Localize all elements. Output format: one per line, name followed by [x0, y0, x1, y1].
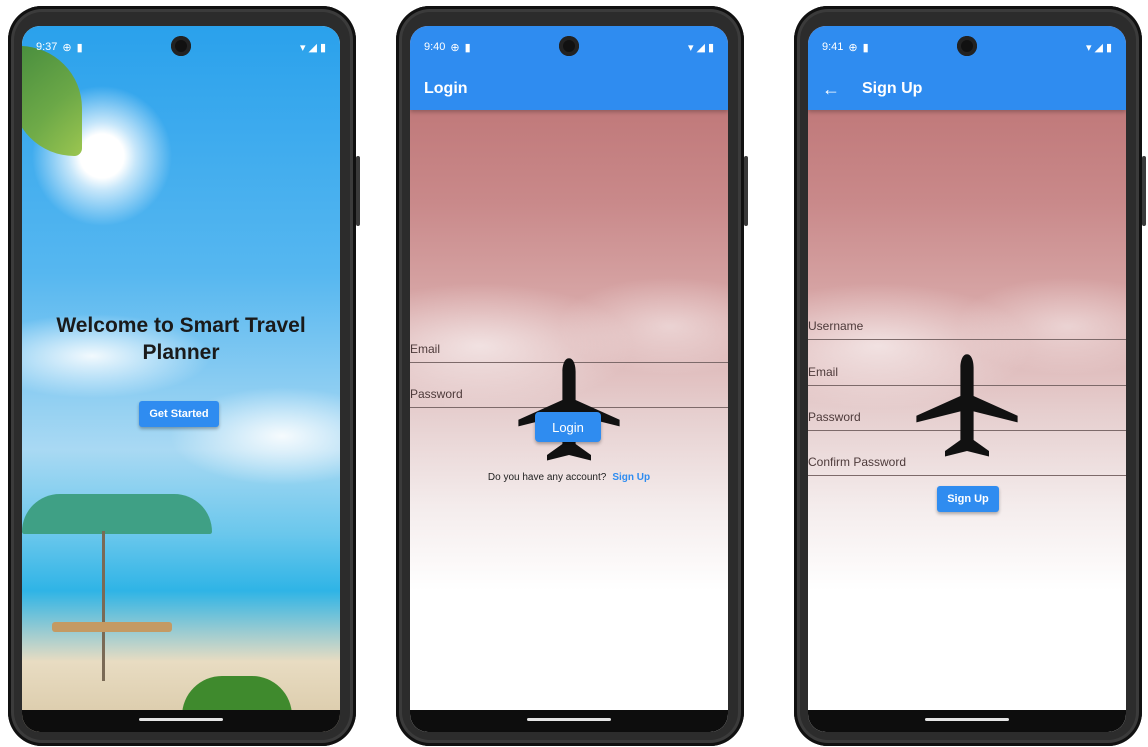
airplane-icon: [916, 354, 1018, 457]
email-label: Email: [410, 342, 441, 356]
side-button: [356, 156, 360, 226]
app-bar: ← Sign Up: [808, 68, 1126, 110]
side-button: [744, 156, 748, 226]
signup-link[interactable]: Sign Up: [612, 472, 650, 483]
beach-umbrella-decoration: [22, 494, 212, 534]
vpn-icon: ⊕: [450, 41, 460, 54]
vpn-icon: ⊕: [848, 41, 858, 54]
beach-background: [22, 26, 340, 732]
email-label: Email: [808, 365, 839, 379]
login-button[interactable]: Login: [535, 412, 601, 442]
front-camera: [957, 36, 977, 56]
vpn-icon: ⊕: [62, 41, 72, 54]
signup-button[interactable]: Sign Up: [937, 486, 999, 512]
wifi-icon: ▾: [1085, 41, 1092, 54]
account-prompt-text: Do you have any account?: [487, 472, 607, 483]
beach-table-decoration: [52, 622, 172, 632]
back-arrow-icon[interactable]: ←: [822, 79, 840, 100]
signal-icon: ◢: [308, 41, 317, 54]
home-gesture-handle[interactable]: [925, 718, 1009, 721]
umbrella-pole-decoration: [102, 531, 105, 681]
app-bar: Login: [410, 68, 728, 110]
confirm-password-label: Confirm Password: [808, 455, 907, 469]
battery-icon: ▮: [707, 41, 714, 54]
signup-screen: 9:41 ⊕ ▮ ▾ ◢ ▮ ← Sign Up Username Email …: [808, 26, 1126, 732]
wifi-icon: ▾: [299, 41, 306, 54]
sim-icon: ▮: [76, 41, 83, 54]
status-time: 9:40: [424, 41, 446, 53]
side-button: [1142, 156, 1146, 226]
battery-icon: ▮: [1105, 41, 1112, 54]
welcome-title: Welcome to Smart Travel Planner: [56, 314, 306, 364]
phone-frame-login: 9:40 ⊕ ▮ ▾ ◢ ▮ Login Email Password Logi…: [396, 6, 748, 746]
status-time: 9:37: [36, 41, 58, 53]
get-started-button[interactable]: Get Started: [139, 401, 219, 427]
home-gesture-handle[interactable]: [527, 718, 611, 721]
airplane-icon: [518, 358, 620, 461]
page-title: Login: [424, 80, 468, 97]
battery-icon: ▮: [319, 41, 326, 54]
phone-frame-welcome: 9:37 ⊕ ▮ ▾ ◢ ▮ Welcome to Smart Travel P…: [8, 6, 360, 746]
sim-icon: ▮: [464, 41, 471, 54]
username-field[interactable]: Username: [808, 319, 1126, 340]
sim-icon: ▮: [862, 41, 869, 54]
welcome-screen: 9:37 ⊕ ▮ ▾ ◢ ▮ Welcome to Smart Travel P…: [22, 26, 340, 732]
navigation-bar: [808, 710, 1126, 732]
login-screen: 9:40 ⊕ ▮ ▾ ◢ ▮ Login Email Password Logi…: [410, 26, 728, 732]
navigation-bar: [22, 710, 340, 732]
username-label: Username: [808, 319, 864, 333]
page-title: Sign Up: [862, 80, 923, 97]
password-label: Password: [808, 410, 861, 424]
signal-icon: ◢: [696, 41, 705, 54]
signup-prompt: Do you have any account? Sign Up: [410, 472, 728, 483]
password-label: Password: [410, 387, 463, 401]
front-camera: [559, 36, 579, 56]
status-time: 9:41: [822, 41, 844, 53]
front-camera: [171, 36, 191, 56]
navigation-bar: [410, 710, 728, 732]
wifi-icon: ▾: [687, 41, 694, 54]
home-gesture-handle[interactable]: [139, 718, 223, 721]
signal-icon: ◢: [1094, 41, 1103, 54]
phone-frame-signup: 9:41 ⊕ ▮ ▾ ◢ ▮ ← Sign Up Username Email …: [794, 6, 1146, 746]
